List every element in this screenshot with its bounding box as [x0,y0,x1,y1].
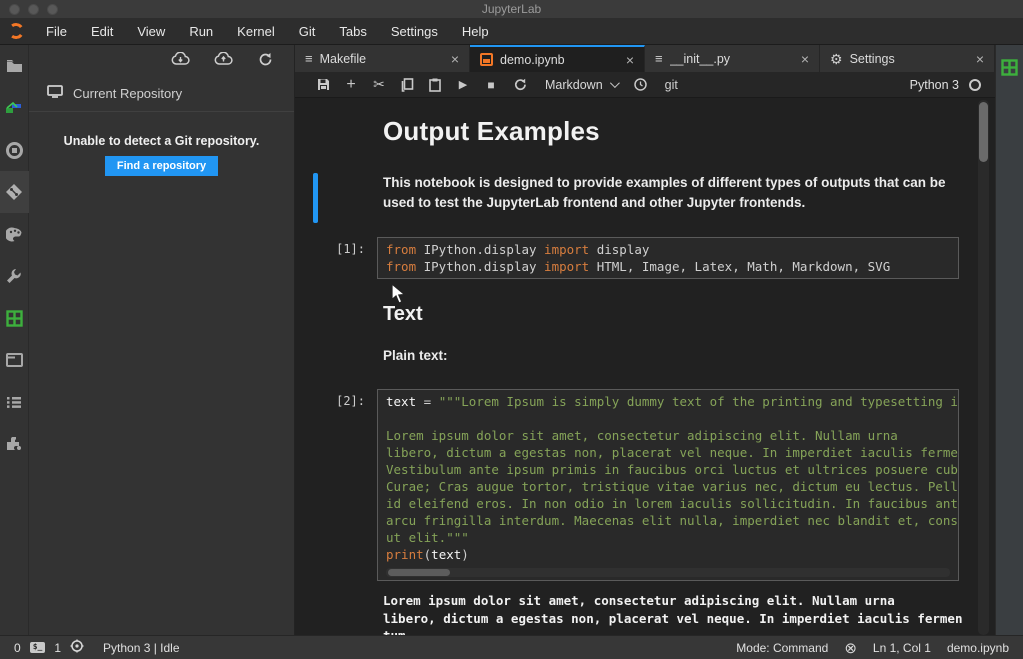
git-toolbar-button[interactable]: git [665,78,678,92]
menu-tabs[interactable]: Tabs [327,20,378,43]
open-tabs-icon[interactable] [0,339,29,381]
menu-git[interactable]: Git [287,20,328,43]
horizontal-scrollbar[interactable] [386,568,950,577]
plain-text-label: Plain text: [383,348,959,363]
add-cell-button[interactable]: + [337,76,365,94]
menu-kernel[interactable]: Kernel [225,20,287,43]
copy-button[interactable] [393,78,421,92]
vertical-scrollbar-thumb[interactable] [979,102,988,162]
property-inspector-icon[interactable] [0,255,29,297]
cut-button[interactable]: ✂ [365,76,393,93]
git-repo-message: Unable to detect a Git repository. [29,134,294,148]
cloud-upload-icon[interactable] [214,52,233,66]
macos-titlebar: JupyterLab [0,0,1023,18]
close-icon[interactable]: × [799,51,811,67]
close-icon[interactable]: × [449,51,461,67]
menubar: File Edit View Run Kernel Git Tabs Setti… [0,18,1023,45]
vertical-scrollbar[interactable] [978,100,989,635]
kernel-name-button[interactable]: Python 3 [910,78,959,92]
cell-prompt: [1]: [295,237,377,256]
jupyterlab-window: JupyterLab File Edit View Run Kernel Git… [0,0,1023,659]
command-mode-indicator: Mode: Command [736,641,828,655]
cloud-download-icon[interactable] [171,52,190,66]
section-heading: Text [383,303,959,326]
running-sessions-icon[interactable] [0,129,29,171]
chevron-down-icon [610,78,620,88]
current-repository-header: Current Repository [29,73,294,112]
terminals-count[interactable]: 0 [14,641,21,655]
tab-init-py[interactable]: ≡ __init__.py × [645,45,820,72]
notebook-title-heading: Output Examples [383,116,959,147]
notebook-toolbar: + ✂ ▶ ■ Markdown [295,72,995,98]
tab-settings[interactable]: ⚙ Settings × [820,45,995,72]
file-text-icon: ≡ [305,52,313,65]
extension-manager-icon[interactable] [0,423,29,465]
cursor-position[interactable]: Ln 1, Col 1 [873,641,931,655]
code-editor[interactable]: text = """Lorem Ipsum is simply dummy te… [377,389,959,581]
active-cell-indicator [313,173,318,223]
tab-demo-ipynb[interactable]: demo.ipynb × [470,45,645,72]
git-sidebar-icon[interactable] [0,171,29,213]
cell-type-dropdown[interactable]: Markdown [545,78,617,92]
save-button[interactable] [309,78,337,91]
find-repository-button[interactable]: Find a repository [105,156,218,176]
gear-icon: ⚙ [830,52,843,66]
markdown-cell-text: This notebook is designed to provide exa… [383,173,959,213]
cell-prompt: [2]: [295,389,377,408]
paste-button[interactable] [421,78,449,92]
right-sidebar [995,45,1023,635]
code-cell-2: [2]: text = """Lorem Ipsum is simply dum… [295,389,959,581]
notebook-icon [480,53,493,66]
table-of-contents-icon[interactable] [0,381,29,423]
menu-help[interactable]: Help [450,20,501,43]
status-bar: 0 $_ 1 Python 3 | Idle Mode: Command ⊗ L… [0,635,1023,659]
git-panel: Current Repository Unable to detect a Gi… [29,45,295,635]
close-icon[interactable]: × [974,51,986,67]
notebook-content: Output Examples This notebook is designe… [295,98,995,635]
green-grid-icon[interactable] [0,297,29,339]
jupyter-logo-icon [6,21,26,41]
menu-edit[interactable]: Edit [79,20,125,43]
tab-bar: ≡ Makefile × demo.ipynb × ≡ __init__.py … [295,45,995,72]
active-filename: demo.ipynb [947,641,1009,655]
tab-makefile[interactable]: ≡ Makefile × [295,45,470,72]
window-title: JupyterLab [0,2,1023,16]
kernels-count[interactable]: 1 [54,641,61,655]
code-cell-1: [1]: from IPython.display import display… [295,237,959,279]
notifications-icon[interactable]: ⊗ [844,639,857,657]
current-repository-label: Current Repository [73,86,182,101]
terminal-icon: $_ [30,642,46,653]
run-button[interactable]: ▶ [449,78,477,91]
menu-run[interactable]: Run [177,20,225,43]
kernel-chip-icon [70,639,84,656]
left-sidebar [0,45,29,635]
command-palette-icon[interactable] [0,213,29,255]
stop-button[interactable]: ■ [477,78,505,92]
kernel-status-icon [969,79,981,91]
git-panel-toolbar [29,45,294,73]
main-area: ≡ Makefile × demo.ipynb × ≡ __init__.py … [295,45,995,635]
green-grid-icon[interactable] [1001,59,1018,635]
file-browser-icon[interactable] [0,45,29,87]
close-icon[interactable]: × [624,52,636,68]
file-text-icon: ≡ [655,52,663,65]
code-lines: text = """Lorem Ipsum is simply dummy te… [386,394,958,564]
clock-icon[interactable] [627,78,655,91]
horizontal-scrollbar-thumb[interactable] [388,569,450,576]
menu-file[interactable]: File [34,20,79,43]
monitor-icon [47,85,63,101]
cell-output: Lorem ipsum dolor sit amet, consectetur … [383,593,959,635]
refresh-icon[interactable] [257,52,272,67]
kernel-status-text[interactable]: Python 3 | Idle [103,641,180,655]
menu-view[interactable]: View [125,20,177,43]
colored-extension-icon[interactable] [0,87,29,129]
restart-kernel-button[interactable] [505,78,533,91]
menu-settings[interactable]: Settings [379,20,450,43]
markdown-cell[interactable]: This notebook is designed to provide exa… [295,173,959,223]
code-editor[interactable]: from IPython.display import displayfrom … [377,237,959,279]
